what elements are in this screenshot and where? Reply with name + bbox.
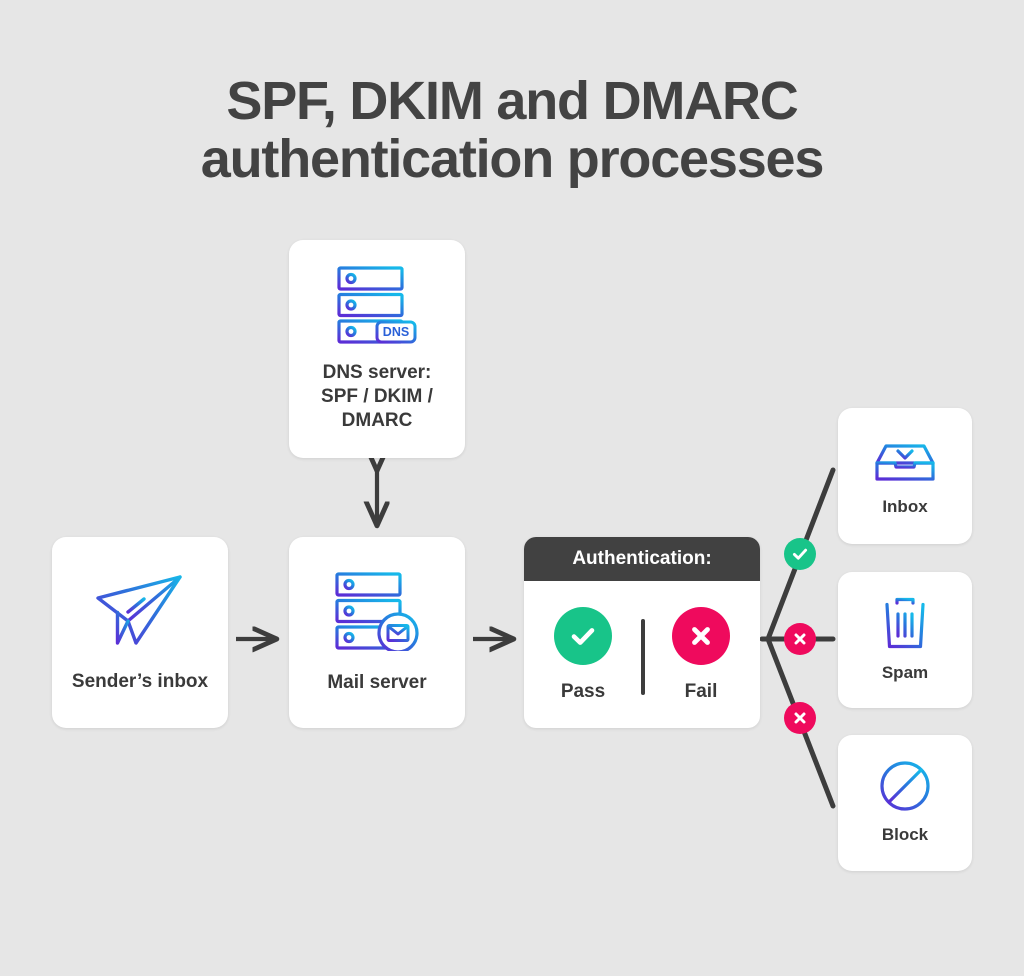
- authentication-body: Pass Fail: [524, 581, 760, 728]
- verdict-label: Fail: [684, 680, 718, 702]
- verdict-pass[interactable]: Pass: [533, 606, 633, 703]
- node-mail-server[interactable]: Mail server: [289, 537, 465, 728]
- page-title: SPF, DKIM and DMARC authentication proce…: [200, 71, 825, 189]
- node-block[interactable]: Block: [838, 735, 972, 871]
- x-circle-icon: [672, 606, 730, 665]
- check-circle-icon: [554, 606, 612, 665]
- mail-server-icon: [334, 571, 420, 651]
- node-sender-inbox[interactable]: Sender’s inbox: [52, 537, 228, 728]
- trash-can-icon: [879, 595, 931, 651]
- node-dns-server[interactable]: DNS DNS server: SPF / DKIM / DMARC: [289, 240, 465, 458]
- authentication-header: Authentication:: [524, 537, 760, 581]
- check-badge-icon: [784, 538, 816, 570]
- node-label: Mail server: [327, 671, 427, 693]
- block-circle-icon: [878, 759, 932, 813]
- node-inbox[interactable]: Inbox: [838, 408, 972, 544]
- vertical-divider: [641, 619, 645, 695]
- inbox-tray-icon: [873, 433, 937, 485]
- node-label: Spam: [881, 663, 929, 682]
- dns-server-icon: DNS: [336, 265, 418, 345]
- node-label: Block: [881, 825, 929, 844]
- diagram-canvas: SPF, DKIM and DMARC authentication proce…: [0, 0, 1024, 976]
- node-label: Inbox: [882, 497, 928, 516]
- node-label: Sender’s inbox: [71, 670, 209, 692]
- node-authentication[interactable]: Authentication: Pass Fail: [524, 537, 760, 728]
- x-badge-icon: [784, 623, 816, 655]
- node-label: DNS server: SPF / DKIM / DMARC: [321, 362, 433, 431]
- verdict-label: Pass: [560, 680, 606, 702]
- paper-plane-icon: [94, 572, 186, 650]
- dns-badge-text: DNS: [383, 325, 409, 339]
- x-badge-icon: [784, 702, 816, 734]
- verdict-fail[interactable]: Fail: [651, 606, 751, 703]
- node-spam[interactable]: Spam: [838, 572, 972, 708]
